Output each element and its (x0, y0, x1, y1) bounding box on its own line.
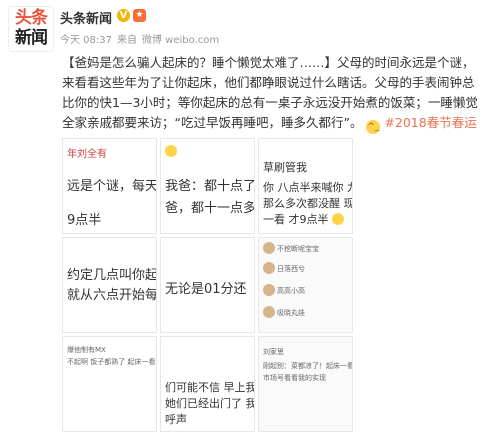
tile2-line-2: 爸，都十一点多了 (165, 201, 255, 216)
tile6-comment-d: 吸晓丸娃 (277, 309, 305, 317)
tile7-line-2: 不起啊 饭子都熟了 起床一看还没 (67, 358, 156, 366)
user-avatar-icon (263, 306, 275, 318)
image-tile-2[interactable]: 我爸：都十点了 爸，都十一点多了 (160, 138, 255, 234)
medal-icon: ★ (133, 9, 146, 22)
user-avatar-icon (263, 262, 275, 274)
tile3-line-2: 你 八点半来喊你 九 (263, 181, 353, 194)
image-tile-1[interactable]: 年刘全有 远是个谜，每天早 9点半 (62, 138, 157, 234)
tile6-comment-c: 高高小高 (277, 287, 305, 295)
tile9-line-2: 刚起别：菜都凉了！起床一看 (263, 362, 353, 370)
tile5-line-1: 无论是01分还 (165, 282, 247, 297)
tile9-line-3: 市场号看看我的实现 (263, 374, 326, 382)
user-avatar-icon (263, 284, 275, 296)
tile8-line-2: 她们已经出门了 我 (165, 397, 255, 410)
image-tile-7[interactable]: 爆他制有MX 不起啊 饭子都熟了 起床一看还没 (62, 336, 157, 432)
post-source[interactable]: 微博 weibo.com (142, 35, 219, 46)
tile3-line-3: 那么多次都没醒 现在 (263, 197, 352, 210)
tile6-comment-a: 不挖断呢宝宝 (277, 245, 319, 253)
image-grid: 年刘全有 远是个谜，每天早 9点半 我爸：都十点了 爸，都十一点多了 草刷管我 … (62, 138, 353, 432)
avatar-logo-line-2: 新闻 (15, 28, 48, 48)
image-tile-6[interactable]: 不挖断呢宝宝 日落西兮 高高小高 吸晓丸娃 (258, 237, 353, 333)
tile4-line-2: 就从六点开始每隔 (67, 288, 157, 303)
image-tile-3[interactable]: 草刷管我 你 八点半来喊你 九 那么多次都没醒 现在 一看 才9点半 (258, 138, 353, 234)
post-time[interactable]: 今天 08:37 (60, 35, 112, 46)
avatar-logo-line-1: 头条 (15, 8, 48, 28)
tile8-line-3: 呼声 (165, 413, 187, 426)
post-meta: 今天 08:37 来自 微博 weibo.com (60, 31, 224, 46)
tile1-line-3: 9点半 (67, 213, 102, 228)
tile3-emoji-icon (332, 213, 344, 225)
account-name[interactable]: 头条新闻 (60, 8, 112, 27)
tile3-line-1: 草刷管我 (263, 161, 307, 174)
image-tile-5[interactable]: 无论是01分还 (160, 237, 255, 333)
tile2-line-1: 我爸：都十点了 (165, 179, 255, 194)
tile1-username: 年刘全有 (67, 149, 107, 160)
tile4-line-1: 约定几点叫你起床 (67, 268, 157, 283)
tile8-line-1: 们可能不信 早上我 (165, 381, 255, 394)
image-tile-4[interactable]: 约定几点叫你起床 就从六点开始每隔 (62, 237, 157, 333)
tile7-line-1: 爆他制有MX (67, 346, 106, 354)
user-avatar-icon (263, 242, 275, 254)
wink-emoji-icon: ^_ (366, 120, 381, 134)
tile2-emoji-icon (165, 145, 177, 158)
image-tile-9[interactable]: 刘家思 刚起别：菜都凉了！起床一看 市场号看看我的实现 (258, 336, 353, 432)
tile3-line-4: 一看 才9点半 (263, 211, 344, 227)
tile3-line-4-text: 一看 才9点半 (263, 213, 329, 226)
tile6-comment-b: 日落西兮 (277, 265, 305, 273)
account-avatar[interactable]: 头条 新闻 (8, 6, 54, 52)
image-tile-8[interactable]: 们可能不信 早上我 她们已经出门了 我 呼声 (160, 336, 255, 432)
tile1-line-2: 远是个谜，每天早 (67, 179, 157, 194)
post-from-label: 来自 (117, 35, 137, 46)
tile9-line-1: 刘家思 (263, 348, 284, 356)
verified-badge-icon: V (117, 9, 130, 22)
